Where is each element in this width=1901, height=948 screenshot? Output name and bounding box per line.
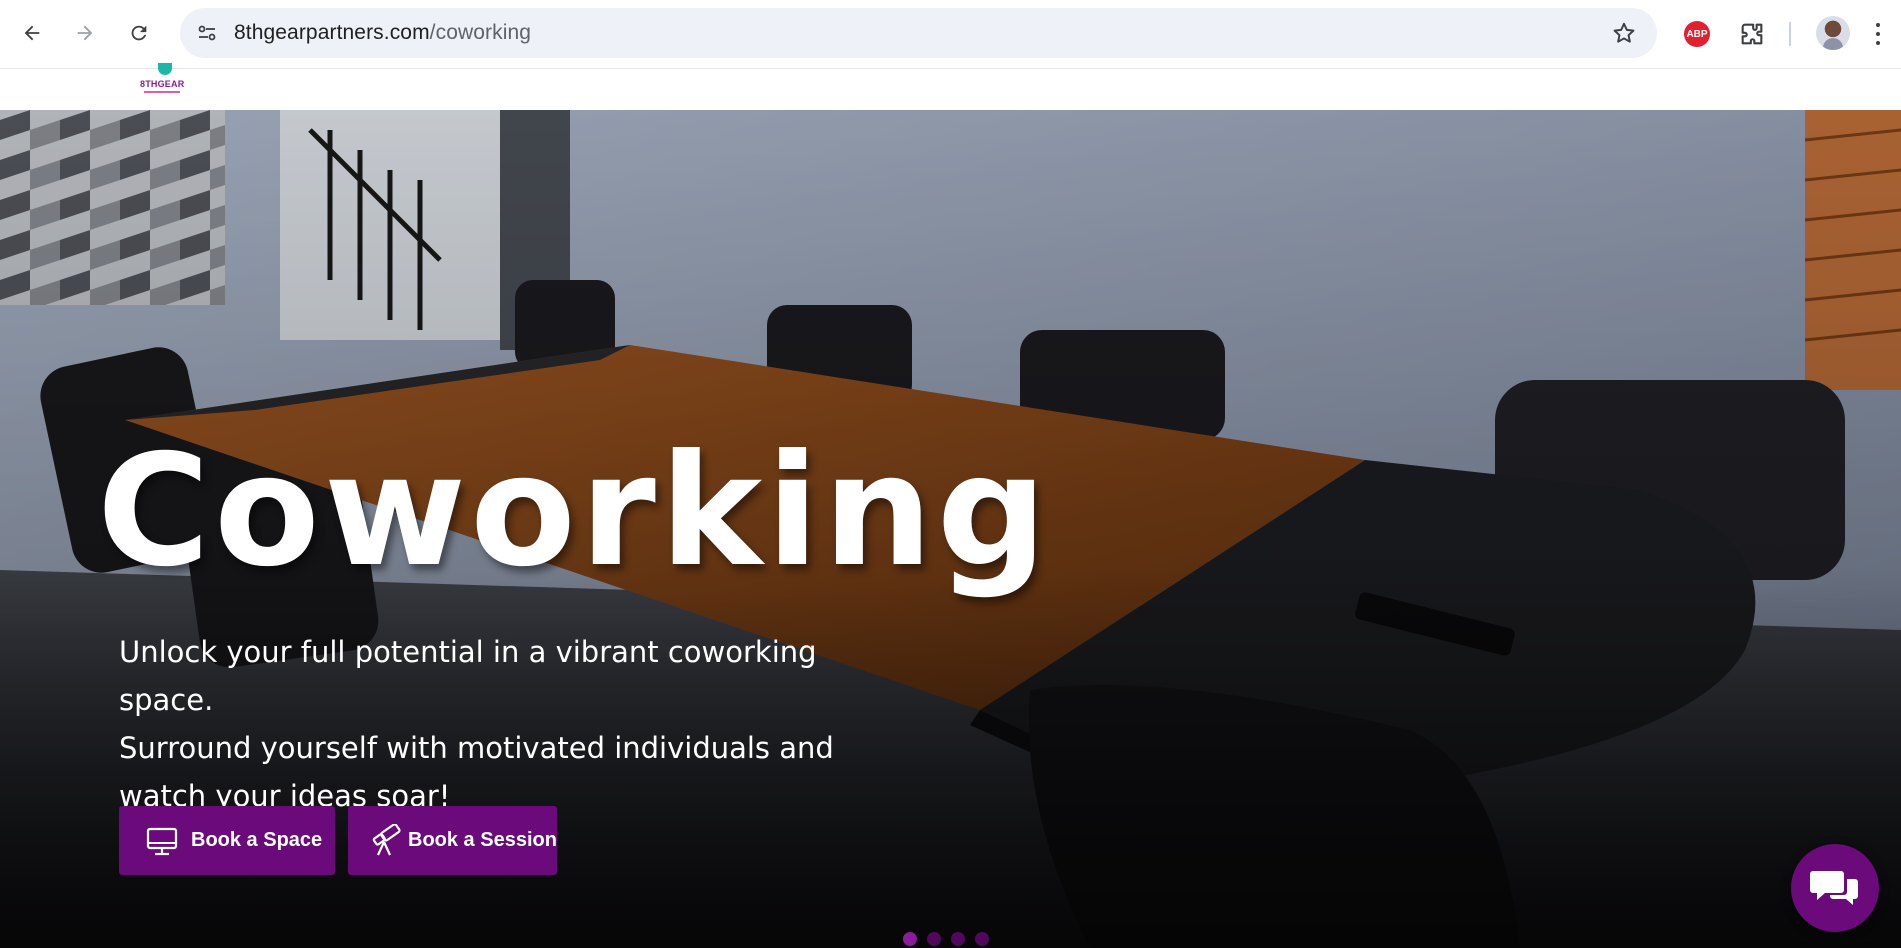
book-session-button[interactable]: Book a Session (348, 806, 557, 875)
site-header: 8THGEAR (0, 63, 1901, 110)
book-space-label: Book a Space (191, 829, 323, 851)
slider-pagination (903, 932, 989, 946)
hero-banner: Coworking Unlock your full potential in … (0, 110, 1901, 948)
star-icon[interactable] (1611, 20, 1637, 46)
url-host: 8thgearpartners.com (234, 21, 430, 44)
tune-icon[interactable] (194, 20, 220, 46)
address-bar[interactable]: 8thgearpartners.com/coworking (180, 8, 1657, 58)
book-session-label: Book a Session (408, 829, 557, 851)
url-path: /coworking (429, 21, 532, 44)
adblock-extension-icon[interactable]: ABP (1684, 21, 1710, 47)
logo-mark (158, 63, 172, 75)
logo-underline (144, 91, 180, 93)
hero-subtitle-line: Surround yourself with motivated individ… (119, 731, 834, 765)
slider-dot[interactable] (903, 932, 917, 946)
site-logo[interactable]: 8THGEAR (136, 63, 192, 97)
hero-subtitle-line: Unlock your full potential in a vibrant … (119, 635, 817, 717)
slider-dot[interactable] (975, 932, 989, 946)
back-button[interactable] (13, 14, 51, 52)
browser-toolbar: 8thgearpartners.com/coworking ABP (0, 0, 1901, 68)
arrow-left-icon (24, 25, 40, 41)
book-space-button[interactable]: Book a Space (119, 806, 335, 875)
telescope-icon (372, 823, 401, 855)
reload-button[interactable] (120, 14, 158, 52)
kebab-menu-icon[interactable] (1872, 20, 1884, 48)
chat-bubbles-icon (1810, 871, 1858, 905)
reload-icon (131, 25, 147, 41)
puzzle-icon[interactable] (1738, 20, 1766, 48)
hero-title: Coworking (97, 422, 1051, 601)
slider-dot[interactable] (951, 932, 965, 946)
chat-widget-button[interactable] (1791, 844, 1879, 932)
logo-text: 8THGEAR (140, 79, 185, 89)
monitor-icon (146, 827, 178, 855)
slider-dot[interactable] (927, 932, 941, 946)
profile-avatar[interactable] (1816, 16, 1850, 50)
abp-label: ABP (1686, 28, 1708, 40)
url-text[interactable]: 8thgearpartners.com/coworking (234, 21, 531, 45)
arrow-right-icon (77, 25, 93, 41)
hero-subtitle: Unlock your full potential in a vibrant … (119, 628, 919, 820)
forward-button[interactable] (66, 14, 104, 52)
toolbar-divider (1789, 22, 1791, 46)
